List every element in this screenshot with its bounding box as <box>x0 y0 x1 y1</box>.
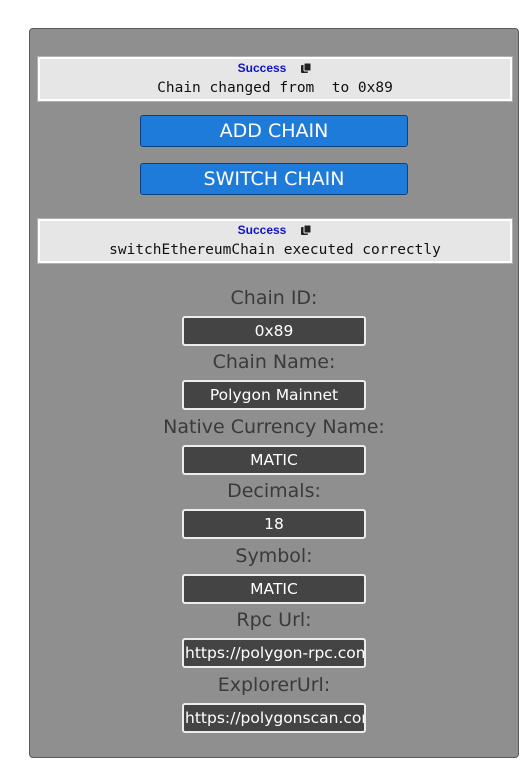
success-notice-switch-chain: Success switchEthereumChain executed cor… <box>37 218 513 264</box>
native-currency-name-field[interactable]: MATIC <box>182 445 366 475</box>
notice-title: Success <box>237 223 287 237</box>
native-currency-name-label: Native Currency Name: <box>163 416 385 438</box>
switch-chain-button[interactable]: SWITCH CHAIN <box>140 163 408 195</box>
chain-id-label: Chain ID: <box>230 287 318 309</box>
chain-name-field[interactable]: Polygon Mainnet <box>182 380 366 410</box>
decimals-label: Decimals: <box>227 480 321 502</box>
success-notice-chain-changed: Success Chain changed from to 0x89 <box>37 56 513 102</box>
explorer-url-field[interactable]: https://polygonscan.com <box>182 703 366 733</box>
notice-message: Chain changed from to 0x89 <box>157 80 393 96</box>
rpc-url-label: Rpc Url: <box>236 609 312 631</box>
rpc-url-field[interactable]: https://polygon-rpc.com <box>182 638 366 668</box>
explorer-url-label: ExplorerUrl: <box>217 674 331 696</box>
symbol-field[interactable]: MATIC <box>182 574 366 604</box>
chain-name-label: Chain Name: <box>212 351 336 373</box>
notice-title: Success <box>237 61 287 75</box>
copy-icon[interactable] <box>300 224 312 236</box>
chain-id-field[interactable]: 0x89 <box>182 316 366 346</box>
notice-title-row: Success <box>40 222 510 238</box>
decimals-field[interactable]: 18 <box>182 509 366 539</box>
add-chain-button[interactable]: ADD CHAIN <box>140 115 408 147</box>
chain-panel: Success Chain changed from to 0x89 ADD C… <box>29 28 519 758</box>
symbol-label: Symbol: <box>235 545 313 567</box>
notice-message: switchEthereumChain executed correctly <box>109 242 441 258</box>
copy-icon[interactable] <box>300 62 312 74</box>
notice-title-row: Success <box>40 60 510 76</box>
